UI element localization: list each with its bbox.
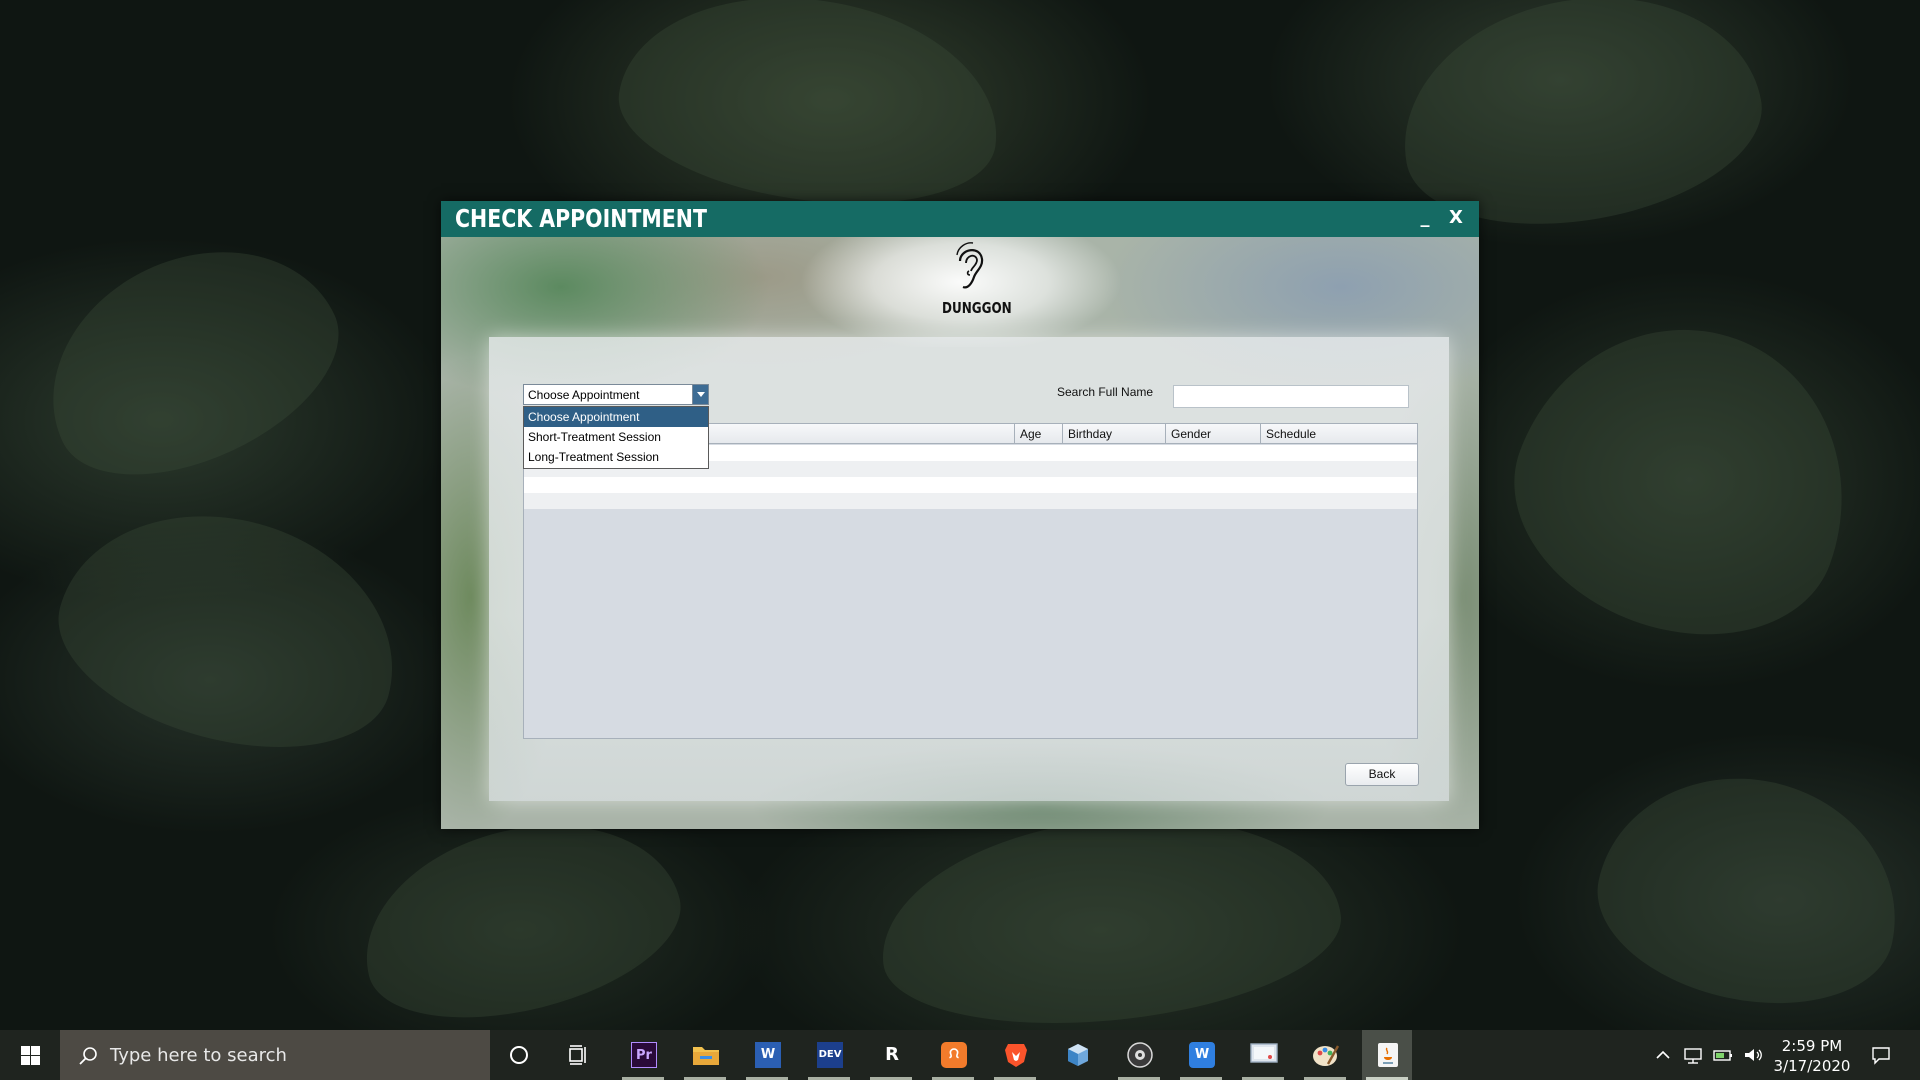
java-icon (1378, 1043, 1398, 1067)
leaf-shape (11, 205, 369, 515)
virtualbox-button[interactable] (1052, 1030, 1102, 1080)
search-full-name-label: Search Full Name (1057, 385, 1154, 399)
taskbar-search-box[interactable]: Type here to search (60, 1030, 490, 1080)
screen-app-button[interactable] (1238, 1030, 1288, 1080)
brave-button[interactable] (990, 1030, 1040, 1080)
search-full-name-input[interactable] (1173, 385, 1409, 408)
appointments-table[interactable]: Age Birthday Gender Schedule (523, 423, 1418, 739)
wps-writer-icon: W (1189, 1042, 1215, 1068)
wps-writer-button[interactable]: W (1176, 1030, 1226, 1080)
dev-cpp-button[interactable]: DEV (804, 1030, 854, 1080)
dropdown-option-short-treatment[interactable]: Short-Treatment Session (524, 427, 708, 447)
word-button[interactable]: W (742, 1030, 792, 1080)
network-icon[interactable] (1682, 1044, 1704, 1066)
close-button[interactable]: X (1443, 205, 1469, 231)
table-row[interactable] (524, 493, 1417, 509)
dropdown-option-choose-appointment[interactable]: Choose Appointment (524, 407, 708, 427)
combobox-selected-value: Choose Appointment (528, 388, 640, 402)
appointment-type-dropdown-list: Choose Appointment Short-Treatment Sessi… (523, 406, 709, 469)
leaf-shape (342, 793, 698, 1047)
paint-icon (1313, 1045, 1340, 1066)
column-header-age[interactable]: Age (1014, 424, 1062, 444)
minimize-button[interactable]: _ (1412, 205, 1438, 231)
column-header-gender[interactable]: Gender (1165, 424, 1260, 444)
virtualbox-icon (1068, 1044, 1088, 1066)
dev-cpp-icon: DEV (817, 1042, 843, 1068)
taskbar-clock[interactable]: 2:59 PM 3/17/2020 (1762, 1036, 1862, 1076)
clinic-logo: DUNGGON (935, 241, 1012, 327)
clock-date: 3/17/2020 (1773, 1057, 1851, 1075)
window-title: CHECK APPOINTMENT (455, 204, 707, 233)
premiere-pro-icon: Pr (631, 1042, 657, 1068)
show-hidden-icons-chevron-up-icon[interactable] (1652, 1044, 1674, 1066)
search-icon (79, 1047, 97, 1065)
action-center-notification-icon[interactable] (1870, 1044, 1892, 1066)
report-app-button[interactable]: R (866, 1030, 916, 1080)
java-app-button[interactable] (1362, 1030, 1412, 1080)
brave-icon (1005, 1044, 1027, 1067)
file-explorer-icon (693, 1047, 719, 1065)
jasper-report-icon: R (885, 1044, 899, 1065)
leaf-shape (870, 796, 1350, 1044)
check-appointment-window: CHECK APPOINTMENT _ X DUNGGON Choose App… (441, 201, 1479, 829)
logo-text: DUNGGON (942, 299, 1012, 317)
windows-logo-icon (21, 1046, 40, 1065)
premiere-pro-button[interactable]: Pr (618, 1030, 668, 1080)
leaf-shape (607, 0, 1013, 226)
cortana-icon (510, 1046, 528, 1064)
battery-icon[interactable] (1712, 1044, 1734, 1066)
leaf-shape (37, 479, 423, 781)
appointment-type-combobox[interactable]: Choose Appointment (523, 384, 709, 405)
volume-icon[interactable] (1742, 1044, 1764, 1066)
screen-app-icon (1250, 1043, 1278, 1063)
back-button[interactable]: Back (1345, 763, 1419, 786)
obs-icon (1127, 1042, 1153, 1068)
xampp-button[interactable]: ᙁ (928, 1030, 978, 1080)
start-button[interactable] (0, 1030, 60, 1080)
cortana-button[interactable] (494, 1030, 544, 1080)
paint-button[interactable] (1300, 1030, 1350, 1080)
task-view-icon (569, 1045, 586, 1065)
search-placeholder: Type here to search (110, 1045, 287, 1066)
clock-time: 2:59 PM (1781, 1037, 1843, 1055)
leaf-shape (1580, 751, 1920, 1029)
column-header-birthday[interactable]: Birthday (1062, 424, 1165, 444)
chevron-down-icon[interactable] (692, 385, 708, 404)
table-row[interactable] (524, 477, 1417, 493)
xampp-icon: ᙁ (941, 1042, 967, 1068)
task-view-button[interactable] (554, 1030, 604, 1080)
word-icon: W (755, 1042, 781, 1068)
leaf-shape (1478, 282, 1892, 678)
ear-icon (956, 242, 984, 289)
file-explorer-button[interactable] (680, 1030, 730, 1080)
windows-taskbar: Type here to search Pr W DEV R ᙁ W 2:59 … (0, 1030, 1920, 1080)
obs-button[interactable] (1114, 1030, 1164, 1080)
window-titlebar[interactable]: CHECK APPOINTMENT _ X (441, 201, 1479, 237)
dropdown-option-long-treatment[interactable]: Long-Treatment Session (524, 447, 708, 467)
column-header-schedule[interactable]: Schedule (1260, 424, 1417, 444)
